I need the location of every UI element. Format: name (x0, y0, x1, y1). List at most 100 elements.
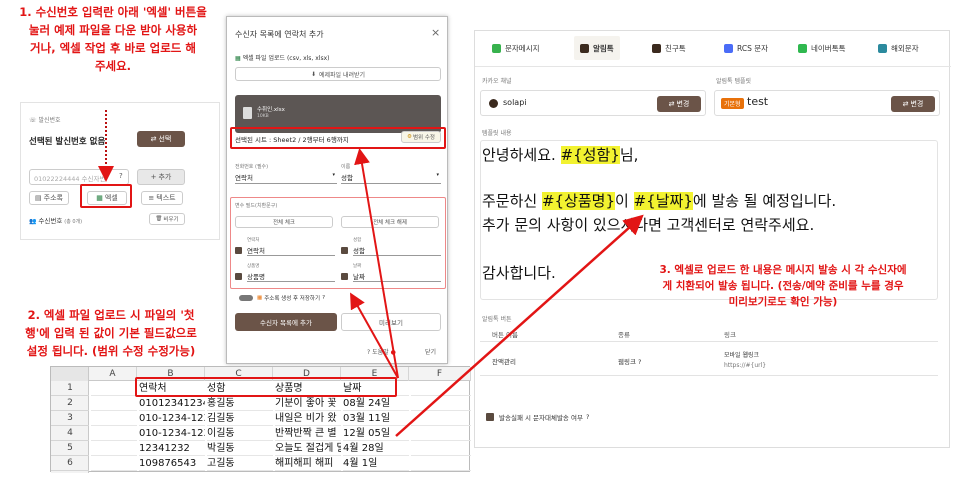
tab-label: 친구톡 (665, 43, 686, 53)
annotation-2: 2. 엑셀 파일 업로드 시 파일의 '첫 행'에 입력 된 값이 기본 필드값… (0, 306, 222, 360)
sheet-cell[interactable]: 03월 11일 (343, 411, 409, 426)
help-link[interactable]: ? 도움말 ● (367, 347, 396, 356)
file-name: 수취인.xlsx (257, 107, 285, 113)
chevron-down-icon: ▾ (436, 172, 439, 178)
sheet-cell[interactable] (411, 411, 471, 426)
column-header-cell[interactable]: A (89, 367, 137, 381)
close-icon[interactable]: × (431, 26, 440, 39)
annotation-1-line: 거나, 엑셀 작업 후 바로 업로드 해 (30, 41, 196, 55)
text-button[interactable]: ≡ 텍스트 (141, 191, 183, 205)
sheet-cell[interactable]: 박길동 (207, 441, 273, 456)
download-example-button[interactable]: ⬇ 예제파일 내려받기 (235, 67, 441, 81)
address-book-button[interactable]: ▤ 주소록 (29, 191, 69, 205)
tab-icon (878, 43, 887, 53)
download-icon: ⬇ (310, 70, 316, 78)
sheet-cell[interactable] (411, 426, 471, 441)
recipient-add-button[interactable]: + 추가 (137, 169, 185, 185)
template-change-button[interactable]: ⇄ 변경 (891, 96, 935, 112)
sheet-cell[interactable] (91, 381, 137, 396)
button-link-url: https://#{url} (724, 362, 767, 369)
editor-tab[interactable]: 알림톡 (574, 36, 620, 60)
sheet-cell[interactable]: 01012341234 (139, 396, 205, 411)
sheet-cell[interactable]: 4월 28일 (343, 441, 409, 456)
editor-tab[interactable]: 네이버톡톡 (798, 36, 846, 60)
close-link[interactable]: 닫기 (425, 347, 436, 356)
sheet-cell[interactable] (91, 396, 137, 411)
sheet-cell[interactable]: 김길동 (207, 411, 273, 426)
phone-field-select[interactable]: 연락처 ▾ (235, 172, 337, 184)
row-number[interactable]: 5 (51, 441, 89, 456)
col-button-name: 버튼 이름 (492, 331, 518, 339)
clear-button[interactable]: 🗑 비우기 (149, 213, 185, 225)
kakao-icon (489, 99, 498, 108)
button-table-header: 버튼 이름 종류 링크 (480, 324, 938, 342)
col-button-type: 종류 (618, 331, 630, 339)
channel-change-button[interactable]: ⇄ 변경 (657, 96, 701, 112)
sheet-cell[interactable] (411, 441, 471, 456)
sheet-cell[interactable]: 내일은 비가 왔 (275, 411, 341, 426)
content-line-1: 안녕하세요. #{성함}님, (482, 146, 639, 164)
sheet-cell[interactable]: 109876543 (139, 456, 205, 471)
variable-product: #{상품명} (541, 192, 616, 210)
sheet-cell[interactable] (411, 456, 471, 471)
excel-icon: ▦ (257, 295, 263, 301)
annotation-3: 3. 엑셀로 업로드 한 내용은 메시지 발송 시 각 수신자에 게 치환되어 … (612, 262, 954, 310)
preview-button[interactable]: 미리보기 (341, 313, 441, 331)
editor-tab[interactable]: 친구톡 (652, 36, 686, 60)
button-link-type: 모바일 웹링크 (724, 352, 760, 359)
sheet-cell[interactable]: 12월 05일 (343, 426, 409, 441)
sheet-cell[interactable]: 12341232 (139, 441, 205, 456)
sheet-cell[interactable]: 반짝반짝 큰 별 (275, 426, 341, 441)
sheet-cell[interactable] (91, 426, 137, 441)
sheet-cell[interactable]: 4월 1일 (343, 456, 409, 471)
sheet-cell[interactable] (411, 396, 471, 411)
row-number[interactable]: 6 (51, 456, 89, 471)
save-address-toggle[interactable]: ▦ 주소록 생성 후 저장하기 ? (239, 293, 439, 303)
annotation-3-line: 3. 엑셀로 업로드 한 내용은 메시지 발송 시 각 수신자에 (659, 264, 907, 276)
editor-tab[interactable]: 문자메시지 (492, 36, 540, 60)
sheet-cell[interactable]: 08월 24일 (343, 396, 409, 411)
help-icon: ? (119, 172, 123, 180)
sheet-cell[interactable]: 홍길동 (207, 396, 273, 411)
sheet-cell[interactable]: 해피해피 해피 (275, 456, 341, 471)
add-to-list-button[interactable]: 수신자 목록에 추가 (235, 313, 337, 331)
phone-icon: ☏ (29, 117, 37, 124)
row-number[interactable]: 3 (51, 411, 89, 426)
sheet-cell[interactable]: 010-1234-123 (139, 411, 205, 426)
sheet-cell[interactable]: 010-1234-123 (139, 426, 205, 441)
sheet-cell[interactable] (91, 441, 137, 456)
button-type: 웹링크 ? (618, 358, 642, 366)
variable-date: #{날짜} (633, 192, 693, 210)
tab-label: RCS 문자 (737, 43, 769, 53)
annotation-2-line: 설정 됩니다. (범위 수정 수정가능) (26, 344, 196, 358)
tab-label: 문자메시지 (505, 43, 540, 53)
help-icon: ? (638, 358, 642, 366)
sheet-cell[interactable] (91, 411, 137, 426)
sheet-cell[interactable] (411, 381, 471, 396)
sheet-cell[interactable]: 고길동 (207, 456, 273, 471)
editor-tab[interactable]: 해외문자 (878, 36, 919, 60)
sender-select-button[interactable]: ⇄ 선택 (137, 131, 185, 147)
file-size: 10KB (257, 114, 269, 119)
button-table-row[interactable]: 잔액관리 웹링크 ? 모바일 웹링크 https://#{url} (480, 344, 938, 376)
add-recipient-modal: 수신자 목록에 연락처 추가 × ▦ 엑셀 파일 업로드 (csv, xls, … (226, 16, 448, 364)
phone-field-label: 전화번호 (필수) (235, 164, 269, 170)
recipient-input[interactable]: 01022224444 수신자번 (29, 169, 129, 185)
row-number[interactable]: 4 (51, 426, 89, 441)
sheet-cell[interactable]: 기분이 좋아 꽃 (275, 396, 341, 411)
sheet-cell[interactable] (91, 456, 137, 471)
sheet-cell[interactable]: 이길동 (207, 426, 273, 441)
name-field-select[interactable]: 성함 ▾ (341, 172, 441, 184)
fallback-checkbox[interactable]: 발송실패 시 문자대체발송 여부 ? (486, 412, 589, 422)
row-number[interactable]: 2 (51, 396, 89, 411)
col-button-link: 링크 (724, 331, 736, 339)
upload-label: ▦ 엑셀 파일 업로드 (csv, xls, xlsx) (235, 55, 330, 62)
row-number[interactable]: 1 (51, 381, 89, 396)
sheet-cell[interactable]: 오늘도 절겁게 달 (275, 441, 341, 456)
annotation-3-line: 미리보기로도 확인 가능) (728, 296, 838, 308)
template-label: 알림톡 템플릿 (716, 78, 752, 85)
editor-tab[interactable]: RCS 문자 (724, 36, 768, 60)
recipient-section: 👥 수신번호 (총 0개) (29, 217, 83, 225)
column-header-cell[interactable]: F (409, 367, 471, 381)
check-icon (486, 413, 494, 421)
